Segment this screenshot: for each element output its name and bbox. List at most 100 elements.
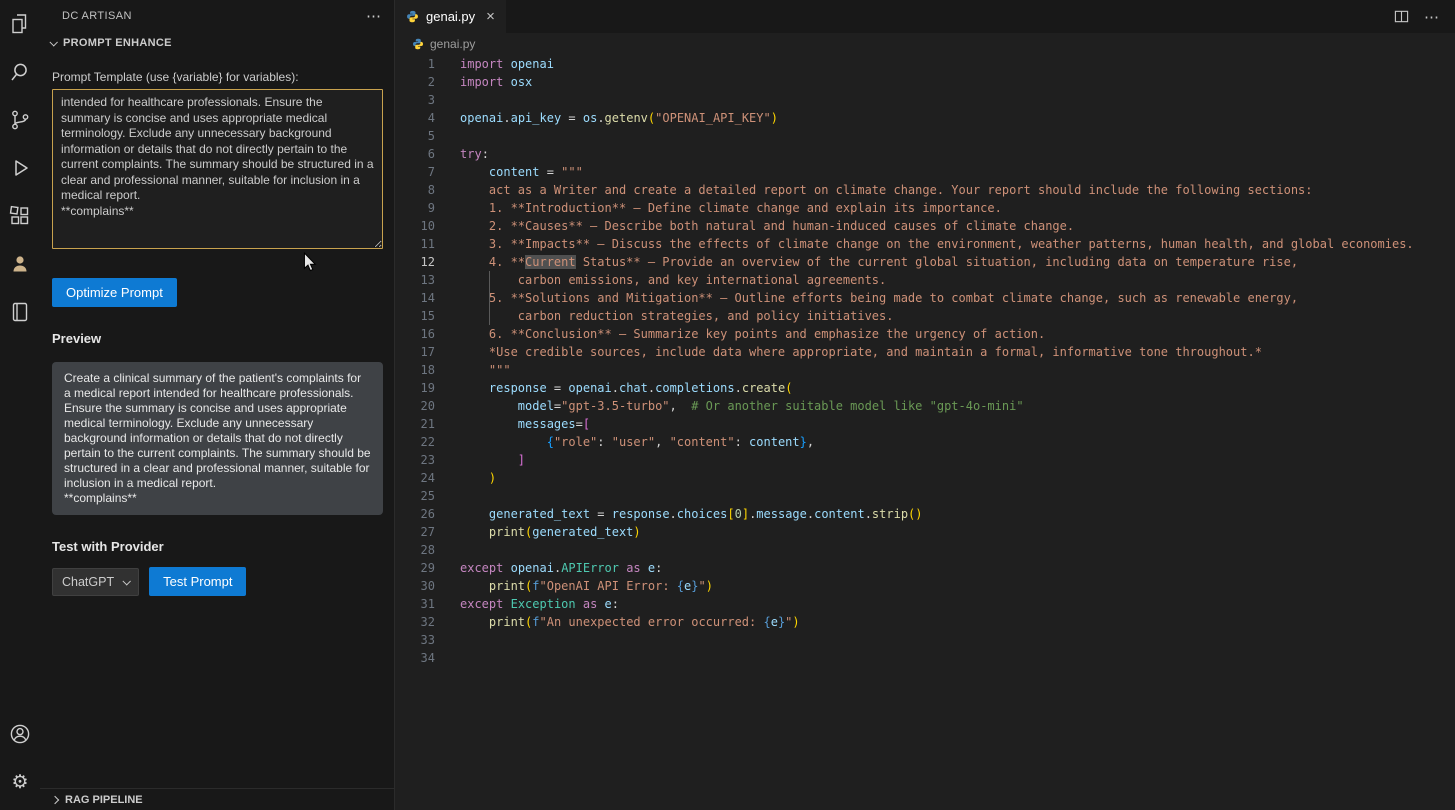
- line-content: [435, 541, 460, 559]
- code-line[interactable]: 15 carbon reduction strategies, and poli…: [395, 307, 1455, 325]
- line-content: [435, 91, 460, 109]
- code-line[interactable]: 22 {"role": "user", "content": content},: [395, 433, 1455, 451]
- account-icon[interactable]: [0, 710, 40, 758]
- code-line[interactable]: 14 5. **Solutions and Mitigation** – Out…: [395, 289, 1455, 307]
- code-line[interactable]: 27 print(generated_text): [395, 523, 1455, 541]
- code-line[interactable]: 17 *Use credible sources, include data w…: [395, 343, 1455, 361]
- code-line[interactable]: 32 print(f"An unexpected error occurred:…: [395, 613, 1455, 631]
- tab-close-icon[interactable]: ×: [486, 9, 495, 24]
- code-line[interactable]: 24 ): [395, 469, 1455, 487]
- line-content: carbon reduction strategies, and policy …: [435, 307, 893, 325]
- preview-heading: Preview: [52, 331, 383, 346]
- code-line[interactable]: 34: [395, 649, 1455, 667]
- test-prompt-button[interactable]: Test Prompt: [149, 567, 246, 596]
- line-number: 30: [395, 577, 435, 595]
- prompt-template-textarea[interactable]: intended for healthcare professionals. E…: [52, 89, 383, 249]
- line-number: 9: [395, 199, 435, 217]
- split-editor-icon[interactable]: [1394, 9, 1409, 24]
- code-line[interactable]: 16 6. **Conclusion** – Summarize key poi…: [395, 325, 1455, 343]
- code-line[interactable]: 23 ]: [395, 451, 1455, 469]
- breadcrumb[interactable]: genai.py: [395, 33, 1455, 55]
- line-number: 31: [395, 595, 435, 613]
- code-area[interactable]: 1import openai2import osx34openai.api_ke…: [395, 55, 1455, 810]
- optimize-prompt-button[interactable]: Optimize Prompt: [52, 278, 177, 307]
- dc-artisan-icon[interactable]: [0, 240, 40, 288]
- code-line[interactable]: 20 model="gpt-3.5-turbo", # Or another s…: [395, 397, 1455, 415]
- line-content: [435, 487, 460, 505]
- line-number: 15: [395, 307, 435, 325]
- code-line[interactable]: 9 1. **Introduction** – Define climate c…: [395, 199, 1455, 217]
- line-number: 10: [395, 217, 435, 235]
- code-line[interactable]: 29except openai.APIError as e:: [395, 559, 1455, 577]
- chevron-right-icon: [51, 795, 59, 803]
- code-line[interactable]: 19 response = openai.chat.completions.cr…: [395, 379, 1455, 397]
- code-line[interactable]: 3: [395, 91, 1455, 109]
- code-line[interactable]: 7 content = """: [395, 163, 1455, 181]
- line-number: 11: [395, 235, 435, 253]
- chevron-down-icon: [123, 577, 131, 585]
- code-line[interactable]: 31except Exception as e:: [395, 595, 1455, 613]
- notebook-icon[interactable]: [0, 288, 40, 336]
- line-number: 32: [395, 613, 435, 631]
- extensions-icon[interactable]: [0, 192, 40, 240]
- code-line[interactable]: 11 3. **Impacts** – Discuss the effects …: [395, 235, 1455, 253]
- line-content: generated_text = response.choices[0].mes…: [435, 505, 923, 523]
- line-content: 4. **Current Status** – Provide an overv…: [435, 253, 1298, 271]
- line-number: 8: [395, 181, 435, 199]
- line-number: 22: [395, 433, 435, 451]
- settings-gear-icon[interactable]: ⚙: [0, 758, 40, 806]
- test-with-provider-heading: Test with Provider: [52, 539, 383, 554]
- search-icon[interactable]: [0, 48, 40, 96]
- line-number: 7: [395, 163, 435, 181]
- vscode-window: ⚙ DC ARTISAN ⋯ PROMPT ENHANCE Prompt Tem…: [0, 0, 1455, 810]
- line-content: carbon emissions, and key international …: [435, 271, 886, 289]
- code-line[interactable]: 21 messages=[: [395, 415, 1455, 433]
- line-number: 6: [395, 145, 435, 163]
- code-line[interactable]: 1import openai: [395, 55, 1455, 73]
- code-line[interactable]: 18 """: [395, 361, 1455, 379]
- code-line[interactable]: 5: [395, 127, 1455, 145]
- code-line[interactable]: 2import osx: [395, 73, 1455, 91]
- line-content: *Use credible sources, include data wher…: [435, 343, 1262, 361]
- line-content: """: [435, 361, 511, 379]
- explorer-icon[interactable]: [0, 0, 40, 48]
- code-line[interactable]: 28: [395, 541, 1455, 559]
- section-prompt-enhance-label: PROMPT ENHANCE: [63, 37, 172, 49]
- run-debug-icon[interactable]: [0, 144, 40, 192]
- code-line[interactable]: 30 print(f"OpenAI API Error: {e}"): [395, 577, 1455, 595]
- line-content: try:: [435, 145, 489, 163]
- code-line[interactable]: 25: [395, 487, 1455, 505]
- line-content: [435, 631, 460, 649]
- tab-genai-py[interactable]: genai.py ×: [395, 0, 506, 33]
- line-number: 2: [395, 73, 435, 91]
- preview-box: Create a clinical summary of the patient…: [52, 362, 383, 515]
- line-number: 25: [395, 487, 435, 505]
- code-line[interactable]: 4openai.api_key = os.getenv("OPENAI_API_…: [395, 109, 1455, 127]
- section-prompt-enhance[interactable]: PROMPT ENHANCE: [40, 32, 394, 54]
- line-content: import openai: [435, 55, 554, 73]
- code-line[interactable]: 10 2. **Causes** – Describe both natural…: [395, 217, 1455, 235]
- editor-actions: ⋯: [1394, 0, 1455, 33]
- source-control-icon[interactable]: [0, 96, 40, 144]
- provider-select[interactable]: ChatGPT: [52, 568, 139, 596]
- python-icon: [412, 38, 424, 50]
- line-content: response = openai.chat.completions.creat…: [435, 379, 792, 397]
- provider-row: ChatGPT Test Prompt: [52, 567, 383, 596]
- line-content: import osx: [435, 73, 532, 91]
- code-line[interactable]: 6try:: [395, 145, 1455, 163]
- code-line[interactable]: 12 4. **Current Status** – Provide an ov…: [395, 253, 1455, 271]
- code-line[interactable]: 33: [395, 631, 1455, 649]
- sidebar-more-actions-icon[interactable]: ⋯: [366, 7, 382, 25]
- more-actions-icon[interactable]: ⋯: [1424, 8, 1440, 26]
- line-number: 14: [395, 289, 435, 307]
- sidebar-header: DC ARTISAN ⋯: [40, 0, 394, 32]
- code-line[interactable]: 8 act as a Writer and create a detailed …: [395, 181, 1455, 199]
- sidebar-title: DC ARTISAN: [62, 10, 132, 22]
- code-line[interactable]: 13 carbon emissions, and key internation…: [395, 271, 1455, 289]
- breadcrumb-item: genai.py: [430, 37, 475, 51]
- code-line[interactable]: 26 generated_text = response.choices[0].…: [395, 505, 1455, 523]
- python-icon: [406, 10, 419, 23]
- line-number: 29: [395, 559, 435, 577]
- line-content: print(f"An unexpected error occurred: {e…: [435, 613, 800, 631]
- section-rag-pipeline[interactable]: RAG PIPELINE: [40, 788, 394, 810]
